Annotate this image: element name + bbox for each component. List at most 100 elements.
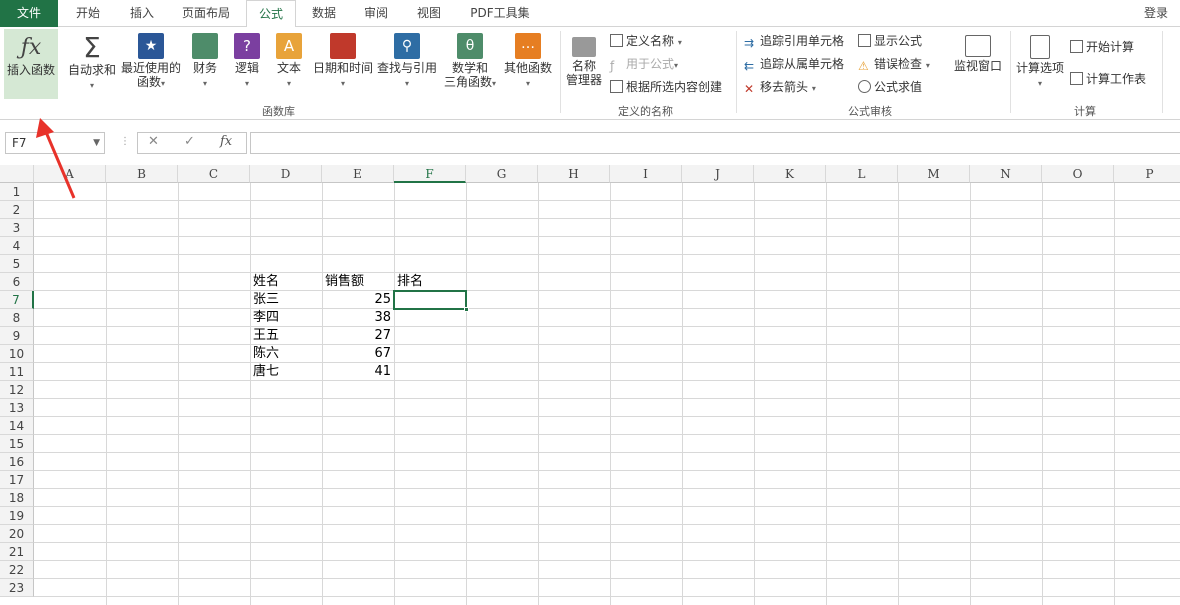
tab-review[interactable]: 审阅 xyxy=(352,0,400,27)
row-header-6[interactable]: 6 xyxy=(0,273,34,291)
cell-D8[interactable]: 李四 xyxy=(251,309,281,327)
lookup-reference-button[interactable]: ⚲ 查找与引用 ▾ xyxy=(376,33,438,91)
date-time-button[interactable]: 日期和时间 ▾ xyxy=(312,33,374,91)
cell-E10[interactable]: 67 xyxy=(321,345,393,363)
column-header-E[interactable]: E xyxy=(322,165,394,183)
insert-function-button[interactable]: ƒx 插入函数 xyxy=(4,29,58,99)
logical-button[interactable]: ? 逻辑 ▾ xyxy=(230,33,264,91)
login-link[interactable]: 登录 xyxy=(1144,0,1168,27)
row-header-14[interactable]: 14 xyxy=(0,417,34,435)
financial-button[interactable]: 财务 ▾ xyxy=(188,33,222,91)
tab-file[interactable]: 文件 xyxy=(0,0,58,27)
insert-function-icon[interactable]: fx xyxy=(220,134,232,149)
more-functions-button[interactable]: … 其他函数 ▾ xyxy=(502,33,554,91)
row-header-13[interactable]: 13 xyxy=(0,399,34,417)
show-formulas-button[interactable]: 显示公式 xyxy=(858,33,922,49)
row-header-3[interactable]: 3 xyxy=(0,219,34,237)
column-header-J[interactable]: J xyxy=(682,165,754,183)
cancel-icon[interactable]: ✕ xyxy=(148,134,159,149)
column-header-H[interactable]: H xyxy=(538,165,610,183)
tab-pdf-tools[interactable]: PDF工具集 xyxy=(460,0,540,27)
cell-D10[interactable]: 陈六 xyxy=(251,345,281,363)
cell-E8[interactable]: 38 xyxy=(321,309,393,327)
tab-formulas[interactable]: 公式 xyxy=(246,0,296,28)
calculate-now-button[interactable]: 开始计算 xyxy=(1070,39,1134,55)
column-header-K[interactable]: K xyxy=(754,165,826,183)
row-header-7[interactable]: 7 xyxy=(0,291,34,309)
column-header-L[interactable]: L xyxy=(826,165,898,183)
row-header-4[interactable]: 4 xyxy=(0,237,34,255)
selected-cell-F7[interactable] xyxy=(393,290,469,312)
fill-handle[interactable] xyxy=(464,307,469,312)
cell-E7[interactable]: 25 xyxy=(321,291,393,309)
row-header-21[interactable]: 21 xyxy=(0,543,34,561)
cell-D11[interactable]: 唐七 xyxy=(251,363,281,381)
cell-F6[interactable]: 排名 xyxy=(395,273,425,291)
cell-D6[interactable]: 姓名 xyxy=(251,273,281,291)
tab-page-layout[interactable]: 页面布局 xyxy=(170,0,242,27)
column-header-D[interactable]: D xyxy=(250,165,322,183)
row-header-9[interactable]: 9 xyxy=(0,327,34,345)
row-header-22[interactable]: 22 xyxy=(0,561,34,579)
row-header-17[interactable]: 17 xyxy=(0,471,34,489)
watch-window-button[interactable]: 监视窗口 xyxy=(950,35,1006,73)
create-from-selection-button[interactable]: 根据所选内容创建 xyxy=(610,79,722,95)
remove-arrows-button[interactable]: ✕ 移去箭头 ▾ xyxy=(744,79,816,97)
cell-E6[interactable]: 销售额 xyxy=(323,273,366,291)
column-header-C[interactable]: C xyxy=(178,165,250,183)
show-formulas-icon xyxy=(858,34,871,47)
column-header-A[interactable]: A xyxy=(34,165,106,183)
cell-E9[interactable]: 27 xyxy=(321,327,393,345)
calculate-sheet-button[interactable]: 计算工作表 xyxy=(1070,71,1146,87)
math-trig-button[interactable]: θ 数学和 三角函数▾ xyxy=(440,33,500,91)
row-header-1[interactable]: 1 xyxy=(0,183,34,201)
error-checking-button[interactable]: ⚠ 错误检查 ▾ xyxy=(858,56,930,74)
column-header-I[interactable]: I xyxy=(610,165,682,183)
column-header-M[interactable]: M xyxy=(898,165,970,183)
tab-data[interactable]: 数据 xyxy=(300,0,348,27)
row-header-10[interactable]: 10 xyxy=(0,345,34,363)
tag-icon xyxy=(610,34,623,47)
text-book-icon: A xyxy=(276,33,302,59)
use-in-formula-button[interactable]: ƒ 用于公式▾ xyxy=(610,56,678,74)
row-header-11[interactable]: 11 xyxy=(0,363,34,381)
define-name-button[interactable]: 定义名称 ▾ xyxy=(610,33,682,51)
column-header-F[interactable]: F xyxy=(394,165,466,183)
column-header-O[interactable]: O xyxy=(1042,165,1114,183)
recent-functions-button[interactable]: ★ 最近使用的 函数▾ xyxy=(120,33,182,91)
text-button[interactable]: A 文本 ▾ xyxy=(272,33,306,91)
worksheet-grid[interactable]: ABCDEFGHIJKLMNOP 1 2 3 4 5 6 7 8 9 10 11 12 13 14 15 16… xyxy=(0,165,1180,605)
select-all-corner[interactable] xyxy=(0,165,34,183)
row-header-8[interactable]: 8 xyxy=(0,309,34,327)
trace-dependents-button[interactable]: ⇇ 追踪从属单元格 xyxy=(744,56,844,73)
enter-icon[interactable]: ✓ xyxy=(184,134,195,149)
row-header-2[interactable]: 2 xyxy=(0,201,34,219)
evaluate-formula-button[interactable]: 公式求值 xyxy=(858,79,922,95)
calculation-options-button[interactable]: 计算选项 ▾ xyxy=(1014,35,1066,91)
formula-bar: F7 ▼ ⋮ ✕ ✓ fx xyxy=(0,128,1180,158)
column-header-B[interactable]: B xyxy=(106,165,178,183)
name-box[interactable]: F7 ▼ xyxy=(5,132,105,154)
tab-home[interactable]: 开始 xyxy=(62,0,114,27)
row-header-15[interactable]: 15 xyxy=(0,435,34,453)
formula-input[interactable] xyxy=(250,132,1180,154)
cell-E11[interactable]: 41 xyxy=(321,363,393,381)
formula-icon: ƒ xyxy=(610,59,615,73)
row-header-5[interactable]: 5 xyxy=(0,255,34,273)
column-header-P[interactable]: P xyxy=(1114,165,1180,183)
cell-D7[interactable]: 张三 xyxy=(251,291,281,309)
column-header-N[interactable]: N xyxy=(970,165,1042,183)
row-header-18[interactable]: 18 xyxy=(0,489,34,507)
trace-precedents-button[interactable]: ⇉ 追踪引用单元格 xyxy=(744,33,844,50)
cell-D9[interactable]: 王五 xyxy=(251,327,281,345)
column-header-G[interactable]: G xyxy=(466,165,538,183)
row-header-23[interactable]: 23 xyxy=(0,579,34,597)
name-manager-button[interactable]: 名称 管理器 xyxy=(564,37,604,87)
tab-view[interactable]: 视图 xyxy=(404,0,454,27)
row-header-19[interactable]: 19 xyxy=(0,507,34,525)
row-header-16[interactable]: 16 xyxy=(0,453,34,471)
tab-insert[interactable]: 插入 xyxy=(116,0,168,27)
row-header-20[interactable]: 20 xyxy=(0,525,34,543)
autosum-button[interactable]: Σ 自动求和 ▾ xyxy=(66,33,118,93)
row-header-12[interactable]: 12 xyxy=(0,381,34,399)
